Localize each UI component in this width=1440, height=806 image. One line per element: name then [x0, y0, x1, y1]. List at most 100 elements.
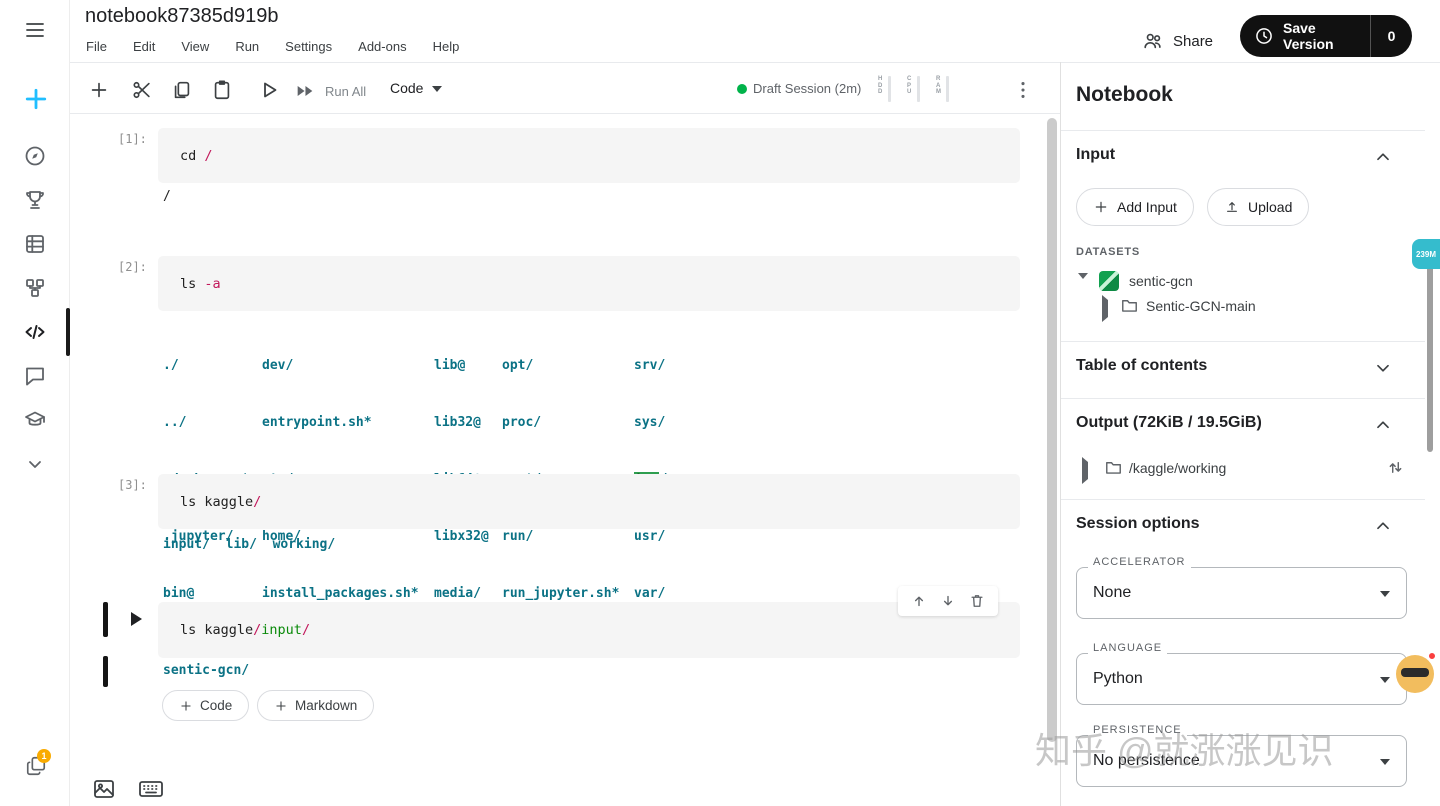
toc-expand-button[interactable]: [1372, 357, 1394, 379]
panel-left-border: [1060, 62, 1061, 806]
models-icon: [23, 276, 47, 300]
left-sidebar: 1: [0, 0, 70, 806]
cell3-code-op: /: [253, 494, 261, 510]
menu-settings[interactable]: Settings: [285, 39, 332, 54]
dataset-folder-item[interactable]: Sentic-GCN-main: [1146, 298, 1256, 314]
share-button[interactable]: Share: [1142, 23, 1213, 59]
input-section-heading[interactable]: Input: [1076, 146, 1115, 164]
dataset-expand-caret[interactable]: [1078, 279, 1088, 297]
working-dir-item[interactable]: /kaggle/working: [1129, 460, 1226, 476]
menu-help[interactable]: Help: [433, 39, 460, 54]
paste-cell-button[interactable]: [211, 79, 233, 101]
sidebar-item-code[interactable]: [23, 320, 47, 344]
sidebar-item-discussions[interactable]: [23, 364, 47, 388]
media-gallery-button[interactable]: [92, 776, 116, 800]
cell3-code-editor[interactable]: ls kaggle/: [158, 474, 1020, 529]
dataset-item[interactable]: sentic-gcn: [1129, 273, 1193, 289]
run-all-label: Run All: [325, 84, 366, 99]
panel-scrollbar-thumb[interactable]: [1427, 252, 1433, 452]
chevron-up-icon: [1372, 146, 1394, 168]
move-cell-up-button[interactable]: [910, 592, 928, 610]
ls-entry: entrypoint.sh*: [262, 413, 419, 432]
upload-button[interactable]: Upload: [1207, 188, 1309, 226]
swap-vert-icon: [1386, 458, 1405, 477]
sidebar-item-learn[interactable]: [23, 408, 47, 432]
cell3-prompt: [3]:: [118, 478, 147, 492]
keyboard-shortcuts-button[interactable]: [138, 778, 164, 800]
cell4-code: ls kaggle: [180, 622, 253, 638]
cut-cell-button[interactable]: [131, 79, 153, 101]
sidebar-item-datasets[interactable]: [23, 232, 47, 256]
persistence-select[interactable]: No persistence: [1076, 735, 1407, 787]
menu-addons[interactable]: Add-ons: [358, 39, 406, 54]
refresh-output-button[interactable]: [1386, 458, 1405, 477]
input-collapse-button[interactable]: [1372, 146, 1394, 168]
sidebar-item-home[interactable]: [23, 144, 47, 168]
cell-type-dropdown[interactable]: Code: [390, 80, 442, 96]
output-section-heading[interactable]: Output (72KiB / 19.5GiB): [1076, 414, 1262, 432]
sidebar-item-competitions[interactable]: [23, 188, 47, 212]
session-options-heading[interactable]: Session options: [1076, 515, 1200, 533]
cell1-code-editor[interactable]: cd /: [158, 128, 1020, 183]
accelerator-label: ACCELERATOR: [1088, 556, 1191, 568]
copy-cell-button[interactable]: [171, 79, 193, 101]
cell2-code-editor[interactable]: ls -a: [158, 256, 1020, 311]
menu-view[interactable]: View: [181, 39, 209, 54]
main-scrollbar-thumb[interactable]: [1047, 118, 1057, 742]
version-history-icon: [1254, 26, 1274, 46]
notebook-title[interactable]: notebook87385d919b: [85, 5, 279, 28]
cell2-code-op: -a: [204, 276, 220, 292]
run-cell-button[interactable]: [257, 78, 281, 102]
save-version-button[interactable]: Save Version 0: [1240, 15, 1412, 57]
ls-entry: dev/: [262, 356, 419, 375]
cell1-code-op: /: [204, 148, 212, 164]
cell4-run-button[interactable]: [123, 607, 147, 631]
compass-icon: [23, 144, 47, 168]
upload-icon: [1224, 199, 1240, 215]
create-button[interactable]: [22, 85, 50, 113]
ls-entry: lib@: [434, 356, 489, 375]
cell1-output: /: [163, 189, 171, 204]
sidebar-more-button[interactable]: [23, 452, 47, 476]
ls-entry: srv/: [634, 356, 667, 375]
toolbar-kebab-menu[interactable]: [1012, 79, 1034, 101]
ls-entry: ./: [163, 356, 249, 375]
accelerator-select[interactable]: None: [1076, 567, 1407, 619]
run-all-button[interactable]: Run All: [294, 80, 366, 102]
session-collapse-button[interactable]: [1372, 515, 1394, 537]
console-panel-button[interactable]: 1: [25, 755, 49, 779]
ram-meter-bar: [946, 76, 949, 102]
code-icon: [23, 320, 47, 344]
session-status-label[interactable]: Draft Session (2m): [753, 81, 861, 96]
menu-run[interactable]: Run: [235, 39, 259, 54]
version-count-button[interactable]: 0: [1370, 15, 1412, 57]
toc-section-heading[interactable]: Table of contents: [1076, 357, 1207, 375]
cell4-code-editor[interactable]: ls kaggle/input/: [158, 602, 1020, 658]
delete-cell-button[interactable]: [968, 592, 986, 610]
plus-icon: [274, 699, 288, 713]
image-icon: [92, 776, 116, 800]
dataset-folder-expand-caret[interactable]: [1102, 300, 1108, 318]
panel-divider: [1061, 398, 1425, 399]
session-status-dot: [737, 84, 747, 94]
language-value: Python: [1093, 670, 1143, 688]
add-input-button[interactable]: Add Input: [1076, 188, 1194, 226]
language-label: LANGUAGE: [1088, 642, 1167, 654]
sidebar-item-models[interactable]: [23, 276, 47, 300]
panel-divider: [1061, 130, 1425, 131]
menu-edit[interactable]: Edit: [133, 39, 155, 54]
menu-bar: File Edit View Run Settings Add-ons Help: [86, 39, 459, 54]
ls-entry: run/: [502, 527, 619, 546]
clipboard-icon: [211, 79, 233, 101]
output-collapse-button[interactable]: [1372, 414, 1394, 436]
move-cell-down-button[interactable]: [939, 592, 957, 610]
working-dir-expand-caret[interactable]: [1082, 462, 1088, 480]
add-code-cell-button[interactable]: Code: [162, 690, 249, 721]
scissors-icon: [131, 79, 153, 101]
language-select[interactable]: Python: [1076, 653, 1407, 705]
hamburger-menu-button[interactable]: [23, 18, 47, 42]
menu-file[interactable]: File: [86, 39, 107, 54]
add-cell-button[interactable]: [88, 79, 110, 101]
plus-icon: [179, 699, 193, 713]
add-markdown-cell-button[interactable]: Markdown: [257, 690, 374, 721]
